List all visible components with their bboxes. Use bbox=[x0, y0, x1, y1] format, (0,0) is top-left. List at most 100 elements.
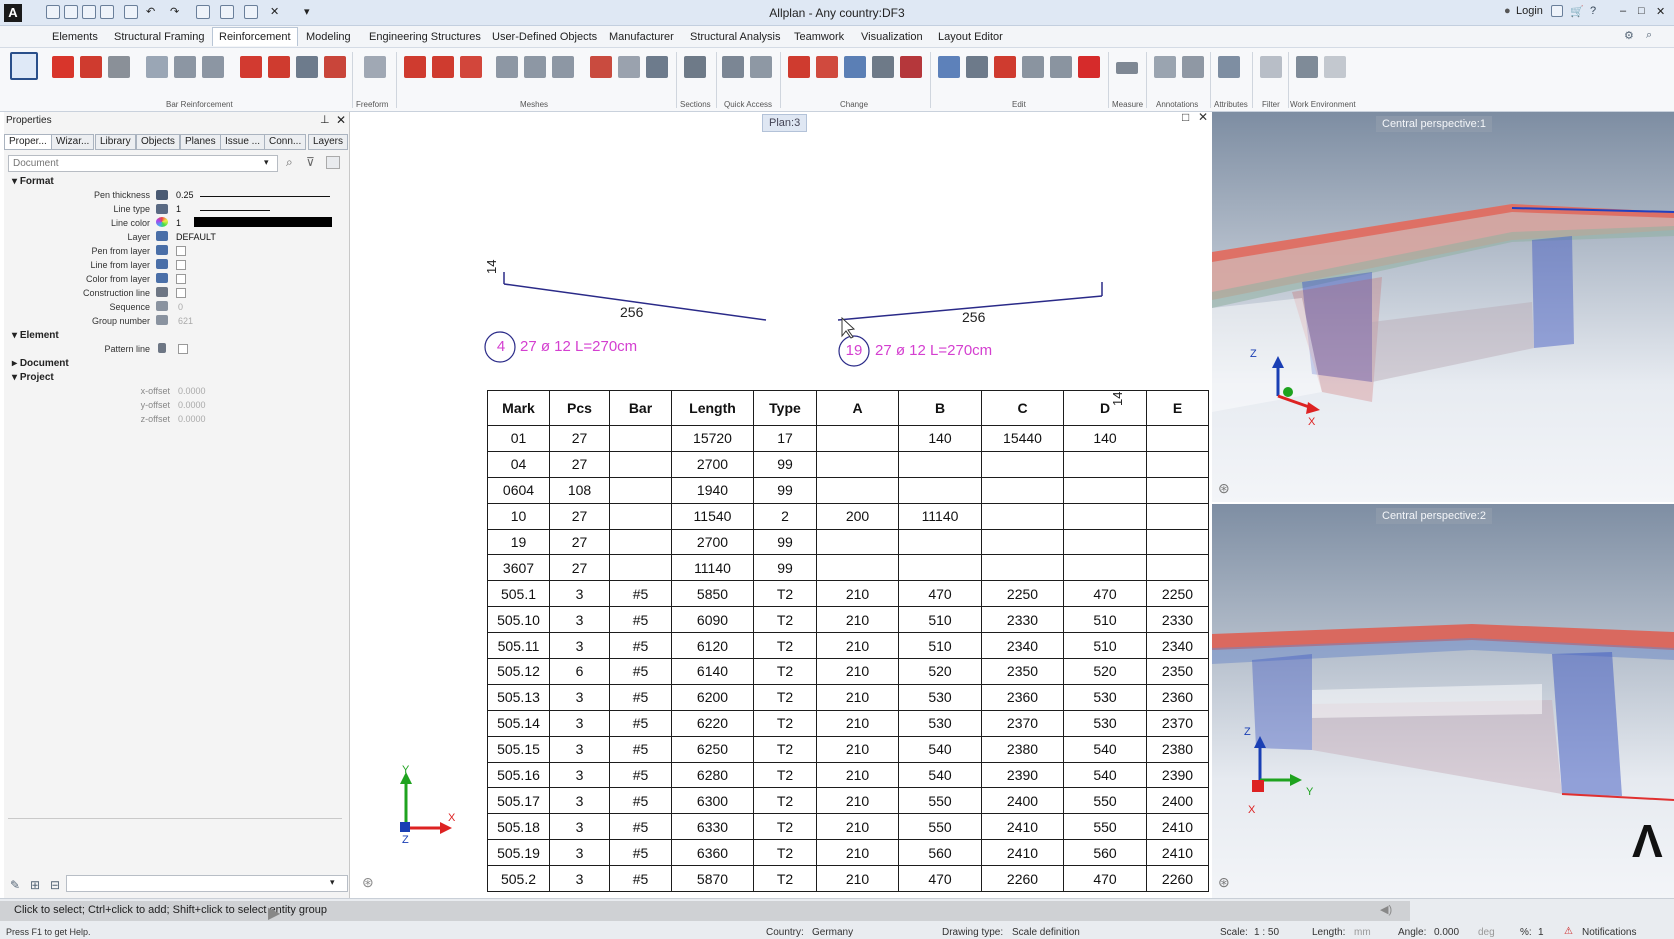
notifications-icon[interactable]: ⚠ bbox=[1564, 926, 1573, 937]
search-icon[interactable]: ⌕ bbox=[1646, 29, 1652, 42]
table-row[interactable]: 04 27 2700 99 bbox=[487, 450, 1209, 478]
copy-along-icon[interactable] bbox=[966, 56, 988, 78]
table-row[interactable]: 505.2 3 #5 5870 T2 210 470 2260 470 2260 bbox=[487, 865, 1209, 893]
work-environment-2-icon[interactable] bbox=[1324, 56, 1346, 78]
table-row[interactable]: 01 27 15720 17 140 15440 140 bbox=[487, 425, 1209, 452]
bar-label-icon[interactable] bbox=[146, 56, 168, 78]
view-2-navigation-icon[interactable]: ⊛ bbox=[1218, 874, 1230, 891]
mesh-placement-icon[interactable] bbox=[404, 56, 426, 78]
dropdown-chevron-icon[interactable]: ▾ bbox=[264, 157, 269, 168]
scale-icon[interactable] bbox=[1050, 56, 1072, 78]
bar-schedule-table[interactable]: Mark Pcs Bar Length Type A B C D E 01 27 1… bbox=[487, 390, 1209, 893]
layer-value[interactable]: DEFAULT bbox=[176, 232, 216, 242]
work-environment-icon[interactable] bbox=[1296, 56, 1318, 78]
construction-line-checkbox[interactable] bbox=[176, 288, 186, 298]
tab-layers[interactable]: Layers bbox=[308, 134, 349, 150]
favorites-dropdown[interactable] bbox=[66, 875, 348, 892]
tab-reinforcement[interactable]: Reinforcement bbox=[212, 27, 298, 46]
pencil-icon[interactable]: ✎ bbox=[10, 878, 20, 892]
text-icon[interactable] bbox=[1154, 56, 1176, 78]
color-wheel-icon[interactable] bbox=[156, 217, 168, 227]
section-project[interactable]: ▾ Project bbox=[12, 372, 54, 383]
document-dropdown[interactable] bbox=[8, 155, 278, 172]
cart-icon[interactable]: 🛒 bbox=[1570, 5, 1584, 18]
table-row[interactable]: 505.14 3 #5 6220 T2 210 530 2370 530 2370 bbox=[487, 709, 1209, 737]
section-icon[interactable] bbox=[684, 56, 706, 78]
apply-icon[interactable] bbox=[326, 156, 340, 169]
tab-objects[interactable]: Objects bbox=[136, 134, 180, 150]
table-row[interactable]: 505.10 3 #5 6090 T2 210 510 2330 510 2330 bbox=[487, 606, 1209, 634]
section-document[interactable]: ▸ Document bbox=[12, 358, 69, 369]
tab-planes[interactable]: Planes bbox=[180, 134, 221, 150]
bar-info-icon[interactable] bbox=[296, 56, 318, 78]
table-row[interactable]: 10 27 11540 2 200 11140 bbox=[487, 502, 1209, 530]
project-open-icon[interactable] bbox=[10, 52, 38, 80]
table-row[interactable]: 505.12 6 #5 6140 T2 210 520 2350 520 2350 bbox=[487, 658, 1209, 685]
mesh-info-icon[interactable] bbox=[646, 56, 668, 78]
settings-gear-icon[interactable]: ⚙ bbox=[1624, 29, 1634, 42]
bar-mesh-icon[interactable] bbox=[324, 56, 346, 78]
bar-4-label[interactable]: 27 ø 12 L=270cm bbox=[520, 338, 637, 355]
bar-placement-icon[interactable] bbox=[80, 56, 102, 78]
table-row[interactable]: 505.13 3 #5 6200 T2 210 530 2360 530 2360 bbox=[487, 683, 1209, 711]
folder-icon[interactable]: ⊞ bbox=[30, 878, 40, 892]
layer-icon[interactable] bbox=[156, 231, 168, 241]
play-icon[interactable]: ▶ bbox=[268, 903, 280, 923]
mesh-schedule-icon[interactable] bbox=[524, 56, 546, 78]
favorites-icon[interactable]: ⊟ bbox=[50, 878, 60, 892]
eraser-icon[interactable] bbox=[788, 56, 810, 78]
pen-thickness-value[interactable]: 0.25 bbox=[176, 190, 194, 200]
move-icon[interactable] bbox=[844, 56, 866, 78]
scale-value[interactable]: 1 : 50 bbox=[1254, 927, 1279, 938]
minimize-button[interactable]: – bbox=[1620, 5, 1626, 17]
section-element[interactable]: ▾ Element bbox=[12, 330, 59, 341]
panel-close-icon[interactable]: ✕ bbox=[336, 113, 346, 127]
copy-icon[interactable] bbox=[938, 56, 960, 78]
measure-icon[interactable] bbox=[1116, 62, 1138, 74]
modify-points-icon[interactable] bbox=[816, 56, 838, 78]
bar-modify-icon[interactable] bbox=[240, 56, 262, 78]
tab-modeling[interactable]: Modeling bbox=[306, 31, 351, 43]
attributes-icon[interactable] bbox=[1218, 56, 1240, 78]
tab-visualization[interactable]: Visualization bbox=[861, 31, 923, 43]
pin-icon[interactable]: ⊥ bbox=[320, 113, 330, 126]
hatch-icon[interactable] bbox=[750, 56, 772, 78]
help-icon[interactable]: ? bbox=[1590, 5, 1596, 17]
line-color-value[interactable]: 1 bbox=[176, 218, 181, 228]
close-button[interactable]: ✕ bbox=[1656, 5, 1665, 18]
label-icon[interactable] bbox=[1182, 56, 1204, 78]
perspective-view-2[interactable]: Central perspective:2 Z Y X Λ ⊛ bbox=[1212, 504, 1674, 898]
table-row[interactable]: 3607 27 11140 99 bbox=[487, 554, 1209, 582]
polyline-icon[interactable] bbox=[872, 56, 894, 78]
percent-value[interactable]: 1 bbox=[1538, 927, 1544, 938]
news-icon[interactable] bbox=[1551, 5, 1563, 17]
angle-unit[interactable]: deg bbox=[1478, 927, 1495, 938]
login-button[interactable]: Login bbox=[1516, 5, 1543, 17]
view-navigation-icon[interactable]: ⊛ bbox=[362, 874, 374, 891]
bar-shape-icon[interactable] bbox=[52, 56, 74, 78]
mesh-edit-icon[interactable] bbox=[618, 56, 640, 78]
tab-library[interactable]: Library bbox=[95, 134, 136, 150]
maximize-button[interactable]: □ bbox=[1638, 5, 1645, 17]
bar-copy-icon[interactable] bbox=[268, 56, 290, 78]
table-row[interactable]: 505.19 3 #5 6360 T2 210 560 2410 560 2410 bbox=[487, 839, 1209, 867]
rotate-icon[interactable] bbox=[994, 56, 1016, 78]
pen-thickness-icon[interactable] bbox=[156, 190, 168, 200]
table-row[interactable]: 505.17 3 #5 6300 T2 210 550 2400 550 2400 bbox=[487, 787, 1209, 815]
mesh-bend-icon[interactable] bbox=[460, 56, 482, 78]
line-from-layer-checkbox[interactable] bbox=[176, 260, 186, 270]
mesh-list-icon[interactable] bbox=[552, 56, 574, 78]
tab-elements[interactable]: Elements bbox=[52, 31, 98, 43]
mesh-area-icon[interactable] bbox=[432, 56, 454, 78]
bar-distribution-icon[interactable] bbox=[108, 56, 130, 78]
tab-issue[interactable]: Issue ... bbox=[220, 134, 266, 150]
tab-structural-analysis[interactable]: Structural Analysis bbox=[690, 31, 780, 43]
table-row[interactable]: 505.15 3 #5 6250 T2 210 540 2380 540 2380 bbox=[487, 735, 1209, 763]
tab-teamwork[interactable]: Teamwork bbox=[794, 31, 844, 43]
mirror-icon[interactable] bbox=[1022, 56, 1044, 78]
length-unit[interactable]: mm bbox=[1354, 927, 1371, 938]
table-row[interactable]: 505.16 3 #5 6280 T2 210 540 2390 540 2390 bbox=[487, 761, 1209, 789]
line-icon[interactable] bbox=[722, 56, 744, 78]
tab-wizards[interactable]: Wizar... bbox=[51, 134, 95, 150]
tab-properties[interactable]: Proper... bbox=[4, 134, 52, 150]
